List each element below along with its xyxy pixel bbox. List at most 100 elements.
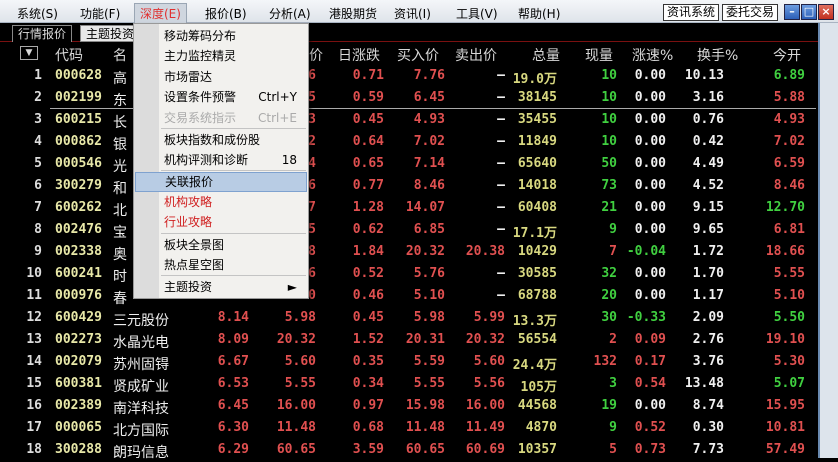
col-turnover[interactable]: 换手%: [697, 45, 738, 65]
col-price[interactable]: 价: [309, 45, 323, 65]
menu-item[interactable]: 市场雷达: [135, 67, 307, 87]
tab-theme-investment[interactable]: 主题投资: [80, 25, 141, 42]
row-number: 15: [26, 376, 42, 391]
menu-tools[interactable]: 工具(V): [451, 4, 503, 23]
table-row[interactable]: 10 600241 时 6 0.52 5.76 — 30585 32 0.00 1.70 5.55: [0, 263, 818, 285]
change: 0.45: [352, 310, 384, 325]
change-pct: 8.14: [217, 310, 249, 325]
tab-quotes[interactable]: 行情报价: [12, 25, 73, 42]
menu-item[interactable]: 行业攻略: [135, 212, 307, 232]
bid-price: 7.76: [413, 68, 445, 83]
change-pct: 6.29: [217, 442, 249, 457]
menu-item[interactable]: 移动筹码分布: [135, 26, 307, 46]
col-ask[interactable]: 卖出价: [455, 45, 497, 65]
col-current-volume[interactable]: 现量: [585, 45, 613, 65]
menu-help[interactable]: 帮助(H): [513, 4, 565, 23]
maximize-icon[interactable]: □: [801, 4, 817, 20]
table-row[interactable]: 11 000976 春 0 0.46 5.10 — 68788 20 0.00 1.17 5.10: [0, 285, 818, 307]
menu-item[interactable]: 机构攻略: [135, 192, 307, 212]
column-dropdown-icon[interactable]: ▼: [20, 46, 38, 60]
table-row[interactable]: 9 002338 奥 8 1.84 20.32 20.38 10429 7 -0.04 1.72 18…: [0, 241, 818, 263]
table-row[interactable]: 6 300279 和 6 0.77 8.46 — 14018 73 0.00 4.52 8.46: [0, 175, 818, 197]
table-row[interactable]: 15 600381 贤成矿业 6.53 5.55 0.34 5.55 5.56 105万 3 0.5…: [0, 373, 818, 395]
col-speed[interactable]: 涨速%: [632, 45, 673, 65]
price: 11.48: [276, 420, 316, 435]
change: 1.28: [352, 200, 384, 215]
stock-code: 300288: [55, 442, 102, 457]
bid-price: 7.02: [413, 134, 445, 149]
minimize-icon[interactable]: –: [784, 4, 800, 20]
menu-item-label: 板块全景图: [164, 238, 225, 252]
menu-hk-futures[interactable]: 港股期货: [324, 4, 382, 23]
row-number: 10: [26, 266, 42, 281]
stock-name: 水晶光电: [113, 335, 169, 351]
speed: 0.17: [634, 354, 666, 369]
ask-price: 16.00: [465, 398, 505, 413]
col-volume[interactable]: 总量: [532, 45, 560, 65]
col-open[interactable]: 今开: [773, 45, 801, 65]
current-volume: 20: [601, 288, 617, 303]
menu-item[interactable]: 板块全景图: [135, 235, 307, 255]
menu-function[interactable]: 功能(F): [75, 4, 125, 23]
table-row[interactable]: 13 002273 水晶光电 8.09 20.32 1.52 20.31 20.32 56554…: [0, 329, 818, 351]
table-row[interactable]: 17 000065 北方国际 6.30 11.48 0.68 11.48 11.49 4870 9…: [0, 417, 818, 439]
ask-price: 5.60: [473, 354, 505, 369]
stock-code: 300279: [55, 178, 102, 193]
col-code[interactable]: 代码: [55, 45, 83, 65]
menu-news[interactable]: 资讯(I): [389, 4, 436, 23]
table-row[interactable]: 14 002079 苏州固锝 6.67 5.60 0.35 5.59 5.60 24.4万 132…: [0, 351, 818, 373]
menu-item[interactable]: 设置条件预警 Ctrl+Y: [135, 87, 307, 107]
menu-quote[interactable]: 报价(B): [200, 4, 252, 23]
volume: 17.1万: [512, 226, 557, 241]
bid-price: 15.98: [405, 398, 445, 413]
col-change[interactable]: 日涨跌: [338, 45, 380, 65]
trade-button[interactable]: 委托交易: [722, 4, 779, 21]
volume: 13.3万: [512, 314, 557, 329]
menu-item[interactable]: 主力监控精灵: [135, 46, 307, 66]
speed: 0.00: [634, 90, 666, 105]
menu-item[interactable]: 主题投资 ►: [135, 277, 307, 297]
col-bid[interactable]: 买入价: [397, 45, 439, 65]
table-row[interactable]: 3 600215 长 3 0.45 4.93 — 35455 10 0.00 0.76 4.93: [0, 109, 818, 131]
current-volume: 7: [609, 244, 617, 259]
table-row[interactable]: 8 002476 宝 5 0.62 6.85 — 17.1万 9 0.00 9.65 6.81: [0, 219, 818, 241]
depth-dropdown-menu: 移动筹码分布 主力监控精灵 市场雷达 设置条件预警 Ctrl+Y 交易系统指示 Ctrl+E…: [133, 23, 309, 299]
turnover: 4.52: [692, 178, 724, 193]
menu-item-shortcut: Ctrl+E: [258, 111, 297, 125]
menu-system[interactable]: 系统(S): [12, 4, 63, 23]
news-system-button[interactable]: 资讯系统: [663, 4, 720, 21]
table-row[interactable]: 7 600262 北 7 1.28 14.07 — 60408 21 0.00 9.15 12.70: [0, 197, 818, 219]
change-pct: 6.45: [217, 398, 249, 413]
change: 0.65: [352, 156, 384, 171]
col-name[interactable]: 名: [113, 45, 127, 65]
table-row[interactable]: 4 000862 银 2 0.64 7.02 — 11849 10 0.00 0.42 7.02: [0, 131, 818, 153]
table-row[interactable]: 12 600429 三元股份 8.14 5.98 0.45 5.98 5.99 13.3万 30-…: [0, 307, 818, 329]
menu-item[interactable]: 机构评测和诊断 18: [135, 150, 307, 170]
volume: 10429: [517, 244, 557, 259]
turnover: 13.48: [684, 376, 724, 391]
ask-price: 5.99: [473, 310, 505, 325]
volume: 10357: [517, 442, 557, 457]
volume: 44568: [517, 398, 557, 413]
close-icon[interactable]: ×: [818, 4, 834, 20]
table-row[interactable]: 2 002199 东 5 0.59 6.45 — 38145 10 0.00 3.16 5.88: [0, 87, 818, 109]
menu-analysis[interactable]: 分析(A): [264, 4, 316, 23]
menu-item[interactable]: 板块指数和成份股: [135, 130, 307, 150]
price: 5: [308, 222, 316, 237]
table-row[interactable]: 16 002389 南洋科技 6.45 16.00 0.97 15.98 16.00 44568…: [0, 395, 818, 417]
table-row[interactable]: 1 000628 高 6 0.71 7.76 — 19.0万 10 0.00 10.13 6.89: [0, 65, 818, 87]
current-volume: 9: [609, 222, 617, 237]
volume: 68788: [517, 288, 557, 303]
change: 0.68: [352, 420, 384, 435]
menu-item[interactable]: 交易系统指示 Ctrl+E: [135, 108, 307, 128]
row-number: 1: [34, 68, 42, 83]
current-volume: 73: [601, 178, 617, 193]
open-price: 8.46: [773, 178, 805, 193]
change: 0.62: [352, 222, 384, 237]
change-pct: 6.53: [217, 376, 249, 391]
menu-depth[interactable]: 深度(E): [134, 3, 187, 24]
menu-item[interactable]: 关联报价: [135, 172, 307, 192]
table-row[interactable]: 5 000546 光 4 0.65 7.14 — 65640 50 0.00 4.49 6.59: [0, 153, 818, 175]
menu-item[interactable]: 热点星空图: [135, 255, 307, 275]
speed: 0.00: [634, 156, 666, 171]
